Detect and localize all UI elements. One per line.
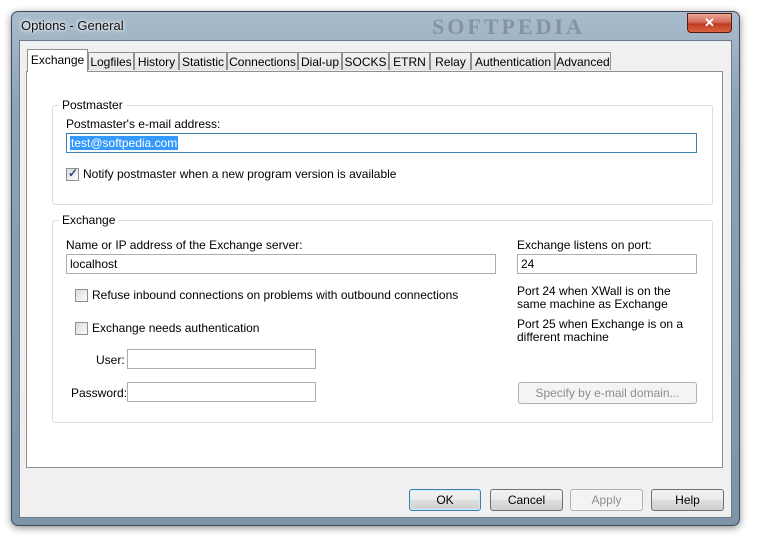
exchange-auth-label[interactable]: Exchange needs authentication (92, 321, 259, 335)
exchange-server-input[interactable]: localhost (66, 254, 496, 274)
close-icon: ✕ (704, 15, 715, 30)
softpedia-watermark: SOFTPEDIA (432, 14, 585, 39)
password-label: Password: (71, 386, 128, 400)
tab-authentication[interactable]: Authentication (471, 52, 555, 70)
apply-button[interactable]: Apply (570, 489, 643, 511)
title-bar[interactable]: Options - General SOFTPEDIA ✕ (12, 12, 739, 40)
window-title: Options - General (21, 18, 124, 33)
exchange-legend: Exchange (59, 213, 119, 227)
postmaster-email-label: Postmaster's e-mail address: (66, 117, 221, 131)
notify-postmaster-label[interactable]: Notify postmaster when a new program ver… (83, 167, 396, 181)
close-button[interactable]: ✕ (687, 13, 732, 33)
cancel-button[interactable]: Cancel (490, 489, 563, 511)
exchange-server-label: Name or IP address of the Exchange serve… (66, 238, 303, 252)
user-label: User: (96, 353, 125, 367)
password-input[interactable] (127, 382, 316, 402)
tab-socks[interactable]: SOCKS (342, 52, 389, 70)
refuse-inbound-checkbox[interactable] (75, 289, 88, 302)
exchange-auth-checkbox[interactable] (75, 322, 88, 335)
options-dialog: Options - General SOFTPEDIA ✕ Exchange L… (11, 11, 740, 526)
exchange-port-label: Exchange listens on port: (517, 238, 652, 252)
tab-advanced[interactable]: Advanced (555, 52, 611, 70)
exchange-port-input[interactable]: 24 (517, 254, 697, 274)
ok-button[interactable]: OK (409, 489, 481, 511)
exchange-tab-panel: Postmaster Postmaster's e-mail address: … (26, 71, 723, 468)
tab-connections[interactable]: Connections (227, 52, 298, 70)
tab-etrn[interactable]: ETRN (389, 52, 430, 70)
tab-dial-up[interactable]: Dial-up (298, 52, 342, 70)
specify-by-domain-button[interactable]: Specify by e-mail domain... (518, 382, 697, 404)
help-button[interactable]: Help (651, 489, 724, 511)
postmaster-legend: Postmaster (59, 98, 126, 112)
tab-logfiles[interactable]: Logfiles (88, 52, 134, 70)
port24-hint: Port 24 when XWall is on the same machin… (517, 284, 671, 311)
refuse-inbound-label[interactable]: Refuse inbound connections on problems w… (92, 288, 458, 302)
postmaster-email-value: test@softpedia.com (70, 136, 179, 150)
tab-history[interactable]: History (134, 52, 179, 70)
notify-postmaster-checkbox[interactable] (66, 166, 79, 181)
port25-hint: Port 25 when Exchange is on a different … (517, 317, 684, 344)
user-input[interactable] (127, 349, 316, 369)
postmaster-email-input[interactable]: test@softpedia.com (66, 133, 697, 153)
tab-statistic[interactable]: Statistic (179, 52, 227, 70)
tab-exchange[interactable]: Exchange (27, 49, 88, 72)
dialog-client-area: Exchange Logfiles History Statistic Conn… (19, 40, 732, 518)
tab-relay[interactable]: Relay (430, 52, 471, 70)
